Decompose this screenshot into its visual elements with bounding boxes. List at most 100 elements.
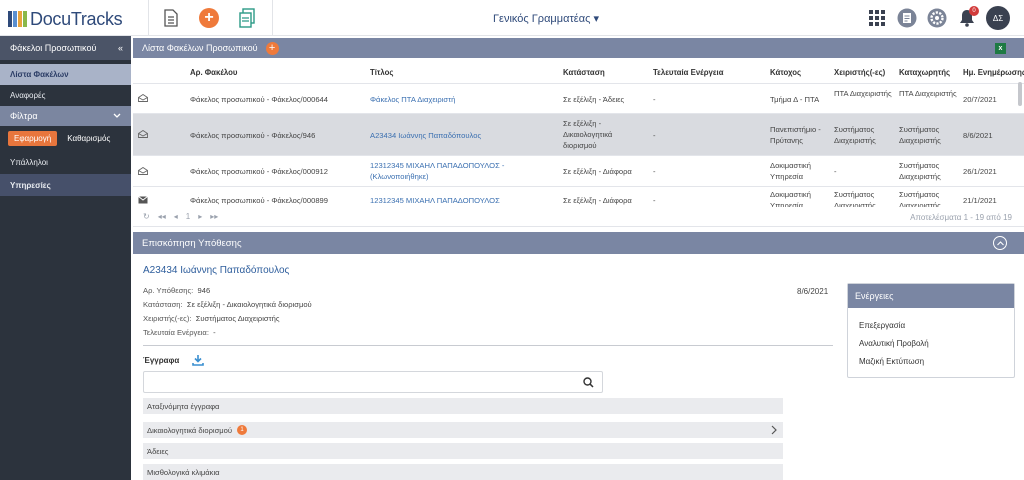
apps-button[interactable]: [866, 7, 888, 29]
sidebar-item-folder-list[interactable]: Λίστα Φακέλων: [0, 64, 131, 85]
detailed-view-action[interactable]: Αναλυτική Προβολή: [859, 339, 929, 348]
download-icon[interactable]: [192, 354, 204, 366]
notifications-button[interactable]: 0: [956, 6, 979, 29]
folder-number: Φάκελος προσωπικού - Φάκελος/000899: [190, 196, 328, 205]
add-folder-button[interactable]: +: [265, 41, 279, 55]
sidebar-title: Φάκελοι Προσωπικού: [10, 43, 97, 53]
document-category[interactable]: Δικαιολογητικά διορισμού 1: [143, 422, 783, 438]
pager: ↻ ◂◂ ◂ 1 ▸ ▸▸ Αποτελέσματα 1 - 19 από 19: [133, 207, 1024, 227]
filters-label: Φίλτρα: [10, 111, 38, 121]
avatar[interactable]: ΔΣ: [986, 6, 1010, 30]
reports-button[interactable]: [896, 7, 918, 29]
caret-down-icon: ▾: [593, 13, 599, 25]
notification-count-badge: 0: [969, 6, 979, 16]
folders-button[interactable]: [234, 5, 260, 31]
case-field-label: Τελευταία Ενέργεια:: [143, 328, 209, 337]
folder-holder: Τμήμα Δ - ΠΤΑ: [770, 95, 820, 104]
grid-icon: [869, 10, 885, 26]
folder-title-link[interactable]: Φάκελος ΠΤΑ Διαχειριστή: [370, 94, 455, 105]
collapse-overview-button[interactable]: [993, 236, 1007, 250]
case-overview-title: Επισκόπηση Υπόθεσης: [142, 237, 242, 249]
create-button[interactable]: +: [196, 5, 222, 31]
column-header[interactable]: Τελευταία Ενέργεια: [653, 67, 724, 78]
case-field: Κατάσταση: Σε εξέλιξη - Δικαιολογητικά δ…: [143, 300, 312, 309]
folder-holder: Δοκιμαστική Υπηρεσία: [770, 161, 811, 181]
column-header[interactable]: Κατάσταση: [563, 67, 605, 78]
document-category[interactable]: Αταξινόμητα έγγραφα: [143, 398, 783, 414]
sidebar-item-reports[interactable]: Αναφορές: [0, 85, 131, 106]
case-title[interactable]: A23434 Ιωάννης Παπαδόπουλος: [143, 265, 289, 276]
sidebar-filter-employees[interactable]: Υπάλληλοι: [0, 150, 131, 174]
logo-mark: [8, 11, 27, 27]
clear-filters-button[interactable]: Καθαρισμός: [67, 134, 110, 143]
document-category[interactable]: Άδειες: [143, 443, 783, 459]
prev-page-icon[interactable]: ◂: [174, 212, 178, 221]
table-row[interactable]: Φάκελος προσωπικού - Φάκελος/000912 1231…: [133, 156, 1024, 187]
search-icon[interactable]: [583, 377, 594, 388]
folder-number: Φάκελος προσωπικού - Φάκελος/946: [190, 131, 316, 140]
case-field-value: Σε εξέλιξη - Δικαιολογητικά διορισμού: [186, 300, 312, 309]
column-header[interactable]: Χειριστής(-ες): [834, 67, 885, 78]
folder-title-link[interactable]: 12312345 ΜΙΧΑΗΛ ΠΑΠΑΔΟΠΟΥΛΟΣ - (Κλωνοποι…: [370, 160, 550, 182]
case-field-value: -: [213, 328, 216, 337]
first-page-icon[interactable]: ◂◂: [158, 212, 166, 221]
toolbar-divider: [272, 0, 273, 36]
sidebar-filter-services[interactable]: Υπηρεσίες: [0, 174, 131, 196]
toolbar-divider: [148, 0, 149, 36]
filter-actions: Εφαρμογή Καθαρισμός: [0, 126, 131, 150]
folder-status: Σε εξέλιξη - Διάφορα: [563, 196, 632, 205]
folder-last-action: -: [653, 131, 656, 140]
top-bar: DocuTracks + Γενικός Γραμματέας ▾ 0 ΔΣ: [0, 0, 1024, 36]
refresh-icon[interactable]: ↻: [143, 212, 150, 221]
edit-action[interactable]: Επεξεργασία: [859, 321, 905, 330]
table-row[interactable]: Φάκελος προσωπικού - Φάκελος/000644 Φάκε…: [133, 84, 1024, 114]
column-header[interactable]: Αρ. Φακέλου: [190, 67, 237, 78]
folder-updated: 21/1/2021: [963, 196, 997, 205]
column-header[interactable]: Ημ. Ενημέρωσης: [963, 67, 1024, 78]
excel-export-icon[interactable]: x: [995, 43, 1006, 54]
filters-header[interactable]: Φίλτρα: [0, 106, 131, 126]
envelope-open-icon: [138, 130, 148, 138]
table-scrollbar[interactable]: [1018, 82, 1022, 106]
folder-title-link[interactable]: A23434 Ιωάννης Παπαδόπουλος: [370, 130, 481, 141]
bulk-print-action[interactable]: Μαζική Εκτύπωση: [859, 357, 924, 366]
folder-registrar: Συστήματος Διαχειριστής: [899, 190, 941, 207]
table-header: Αρ. Φακέλου Τίτλος Κατάσταση Τελευταία Ε…: [133, 60, 1024, 84]
folder-last-action: -: [653, 196, 656, 205]
folder-status: Σε εξέλιξη - Δικαιολογητικά διορισμού: [563, 119, 613, 150]
category-label: Μισθολογικά κλιμάκια: [147, 467, 220, 477]
envelope-closed-icon: [138, 196, 148, 204]
role-selector[interactable]: Γενικός Γραμματέας ▾: [493, 12, 599, 25]
folder-stack-icon: [239, 8, 255, 28]
column-header[interactable]: Τίτλος: [370, 67, 393, 78]
chevron-up-icon: [996, 240, 1004, 245]
logo-text: DocuTracks: [30, 8, 123, 29]
role-label: Γενικός Γραμματέας: [493, 13, 591, 25]
table-row[interactable]: Φάκελος προσωπικού - Φάκελος/946 A23434 …: [133, 114, 1024, 156]
last-page-icon[interactable]: ▸▸: [210, 212, 218, 221]
document-category[interactable]: Μισθολογικά κλιμάκια: [143, 464, 783, 480]
case-field-value: Συστήματος Διαχειριστής: [195, 314, 280, 323]
gear-icon: [927, 8, 947, 28]
folder-holder: Πανεπιστήμιο - Πρύτανης: [770, 125, 821, 145]
category-label: Αταξινόμητα έγγραφα: [147, 401, 220, 411]
case-overview-header: Επισκόπηση Υπόθεσης: [133, 232, 1024, 254]
folder-last-action: -: [653, 95, 656, 104]
collapse-sidebar-icon[interactable]: «: [118, 43, 123, 53]
folder-number: Φάκελος προσωπικού - Φάκελος/000912: [190, 167, 328, 176]
folder-title-link[interactable]: 12312345 ΜΙΧΑΗΛ ΠΑΠΑΔΟΠΟΥΛΟΣ: [370, 195, 500, 206]
folder-status: Σε εξέλιξη - Άδειες: [563, 95, 625, 104]
column-header[interactable]: Κάτοχος: [770, 67, 801, 78]
envelope-open-icon: [138, 167, 148, 175]
logo[interactable]: DocuTracks: [8, 8, 123, 29]
column-header[interactable]: Καταχωρητής: [899, 67, 950, 78]
category-count-badge: 1: [237, 425, 248, 435]
documents-label: Έγγραφα: [143, 356, 180, 365]
apply-filters-button[interactable]: Εφαρμογή: [8, 130, 58, 146]
table-row[interactable]: Φάκελος προσωπικού - Φάκελος/000899 1231…: [133, 187, 1024, 207]
documents-button[interactable]: [158, 5, 184, 31]
next-page-icon[interactable]: ▸: [198, 212, 202, 221]
results-count: Αποτελέσματα 1 - 19 από 19: [910, 213, 1012, 222]
settings-button[interactable]: [926, 7, 948, 29]
documents-search-input[interactable]: [143, 371, 603, 393]
